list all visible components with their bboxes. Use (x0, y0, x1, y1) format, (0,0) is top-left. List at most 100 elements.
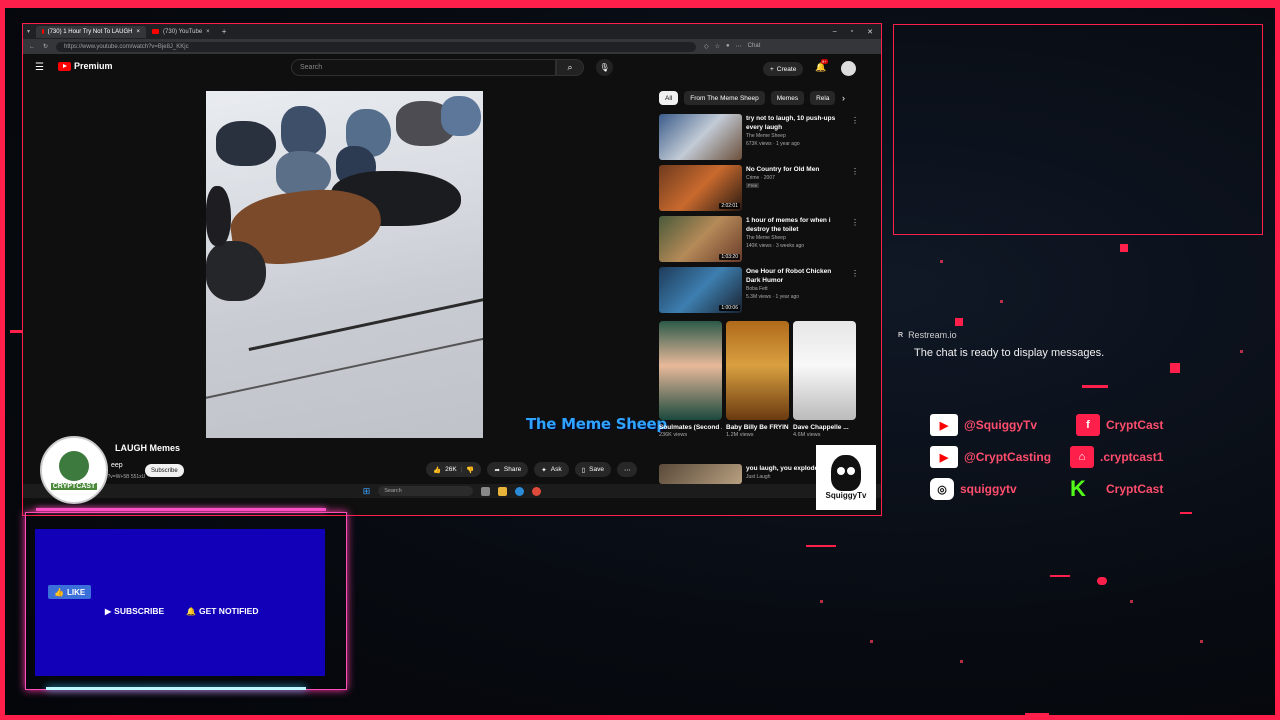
social-youtube-squiggy: ▶ @SquiggyTv (930, 414, 1037, 436)
squiggytv-logo: SquiggyTv (816, 445, 876, 510)
chat-button[interactable]: Chat (748, 43, 761, 50)
close-tab-icon[interactable]: × (206, 29, 210, 35)
subscribe-button[interactable]: Subscribe (145, 464, 184, 477)
more-actions-button[interactable]: ⋯ (616, 462, 638, 477)
search-button[interactable]: ⌕ (556, 59, 584, 76)
account-avatar[interactable] (841, 61, 856, 76)
short-item[interactable]: Baby Billy Be FRYIN' ME... 1.2M views (726, 321, 789, 438)
create-button[interactable]: + Create (763, 62, 804, 76)
menu-icon[interactable]: ⋯ (736, 43, 742, 50)
premium-label: Premium (74, 61, 113, 71)
list-item[interactable]: 1:03:20 1 hour of memes for when i destr… (659, 216, 859, 267)
chat-message: The chat is ready to display messages. (914, 347, 1105, 359)
like-cta: 👍 LIKE (48, 585, 92, 599)
rec-title[interactable]: 1 hour of memes for when i destroy the t… (746, 216, 846, 234)
url-field[interactable]: https://www.youtube.com/watch?v=Bje8J_KK… (56, 41, 697, 52)
video-thumbnail[interactable]: 1:00:06 (659, 267, 742, 313)
short-item[interactable]: Soulmates (Second ... 236K views (659, 321, 722, 438)
rec-title[interactable]: No Country for Old Men (746, 165, 846, 174)
short-title[interactable]: Soulmates (Second ... (659, 423, 722, 432)
list-item[interactable]: try not to laugh, 10 push-ups every laug… (659, 114, 859, 165)
rec-title[interactable]: One Hour of Robot Chicken Dark Humor (746, 267, 846, 285)
chrome-icon[interactable] (532, 486, 542, 496)
minimize-icon[interactable]: – (833, 28, 837, 36)
task-view-icon[interactable] (481, 486, 491, 496)
tab-menu-icon[interactable]: ▾ (27, 28, 30, 35)
youtube-header: ☰ Premium Search ⌕ 🎙 + Create 🔔 9+ (23, 54, 881, 80)
search-input[interactable]: Search (291, 59, 556, 76)
rec-title[interactable]: try not to laugh, 10 push-ups every laug… (746, 114, 846, 132)
youtube-icon: ▶ (930, 414, 958, 436)
rec-channel[interactable]: The Meme Sheep (746, 234, 846, 242)
social-handle: CryptCast (1106, 418, 1164, 432)
youtube-favicon-icon (152, 29, 160, 34)
new-tab-icon[interactable]: + (222, 27, 227, 36)
top-bar-accent (0, 0, 1280, 8)
decor-dash (1025, 713, 1049, 720)
more-options-icon[interactable]: ⋮ (851, 269, 859, 278)
tab-youtube[interactable]: (730) YouTube × (146, 26, 216, 38)
short-views: 4.6M views (793, 432, 821, 438)
list-item[interactable]: 2:02:01 No Country for Old Men Crime · 2… (659, 165, 859, 216)
decor-dash (1082, 385, 1108, 388)
rec-meta: 140K views · 3 weeks ago (746, 243, 805, 249)
chip-all[interactable]: All (659, 91, 679, 105)
rec-channel[interactable]: Boba Fett (746, 285, 846, 293)
short-title[interactable]: Dave Chappelle ... (793, 423, 856, 432)
more-options-icon[interactable]: ⋮ (851, 116, 859, 125)
thumbs-up-icon: 👍 (54, 587, 64, 597)
rec-meta: 5.3M views · 1 year ago (746, 294, 800, 300)
taskbar: ⊞ Search (23, 484, 881, 498)
list-item[interactable]: 1:00:06 One Hour of Robot Chicken Dark H… (659, 267, 859, 318)
video-thumbnail[interactable] (659, 114, 742, 160)
channel-name[interactable]: eep (111, 462, 123, 469)
close-window-icon[interactable]: ✕ (867, 28, 873, 36)
notifications-bell-icon[interactable]: 🔔 9+ (815, 59, 828, 73)
short-views: 236K views (659, 432, 688, 438)
save-button[interactable]: ▯ Save (574, 462, 611, 477)
edge-icon[interactable] (515, 486, 525, 496)
hamburger-menu-icon[interactable]: ☰ (35, 62, 44, 73)
bookmark-icon[interactable]: ☆ (715, 43, 720, 50)
chip-from-channel[interactable]: From The Meme Sheep (684, 91, 765, 105)
ask-button[interactable]: ✦ Ask (534, 462, 569, 477)
windows-start-icon[interactable]: ⊞ (363, 486, 371, 497)
chip-related[interactable]: Rela (810, 91, 836, 105)
profile-icon[interactable]: ● (726, 43, 730, 50)
thumbs-up-icon: 👍 (433, 466, 442, 474)
youtube-logo[interactable]: Premium (58, 61, 113, 71)
video-watermark: The Meme Sheep (526, 415, 667, 433)
taskbar-search[interactable]: Search (378, 486, 474, 496)
tab-video[interactable]: (730) 1 Hour Try Not To LAUGH × (36, 25, 147, 38)
file-explorer-icon[interactable] (498, 486, 508, 496)
short-thumbnail[interactable] (793, 321, 856, 420)
decor-dot (1170, 363, 1180, 373)
like-button[interactable]: 👍 26K | 👎 (426, 462, 482, 477)
chip-memes[interactable]: Memes (770, 91, 805, 105)
more-options-icon[interactable]: ⋮ (851, 167, 859, 176)
search-icon: ⌕ (567, 62, 573, 72)
voice-search-icon[interactable]: 🎙 (596, 59, 613, 76)
more-options-icon[interactable]: ⋮ (851, 218, 859, 227)
short-thumbnail[interactable] (659, 321, 722, 420)
back-icon[interactable]: ← (29, 44, 35, 50)
rec-channel[interactable]: The Meme Sheep (746, 132, 846, 140)
thumbs-down-icon[interactable]: 👎 (466, 466, 474, 474)
notify-cta-label: GET NOTIFIED (198, 606, 259, 616)
close-tab-icon[interactable]: × (137, 29, 141, 35)
video-player[interactable] (206, 91, 483, 438)
duration-badge: 1:03:20 (719, 254, 740, 260)
video-thumbnail[interactable]: 1:03:20 (659, 216, 742, 262)
extension-icon[interactable]: ◇ (704, 43, 709, 50)
reload-icon[interactable]: ↻ (43, 43, 48, 50)
video-thumbnail[interactable] (659, 464, 742, 484)
short-title[interactable]: Baby Billy Be FRYIN' ME... (726, 423, 789, 432)
video-thumbnail[interactable]: 2:02:01 (659, 165, 742, 211)
recommendations-list: try not to laugh, 10 push-ups every laug… (659, 114, 859, 318)
kick-icon: K (1070, 476, 1086, 501)
chevron-right-icon[interactable]: › (842, 93, 845, 103)
share-button[interactable]: ➦ Share (487, 462, 529, 477)
short-thumbnail[interactable] (726, 321, 789, 420)
short-item[interactable]: Dave Chappelle ... 4.6M views (793, 321, 856, 438)
maximize-icon[interactable]: ▫ (851, 28, 853, 36)
